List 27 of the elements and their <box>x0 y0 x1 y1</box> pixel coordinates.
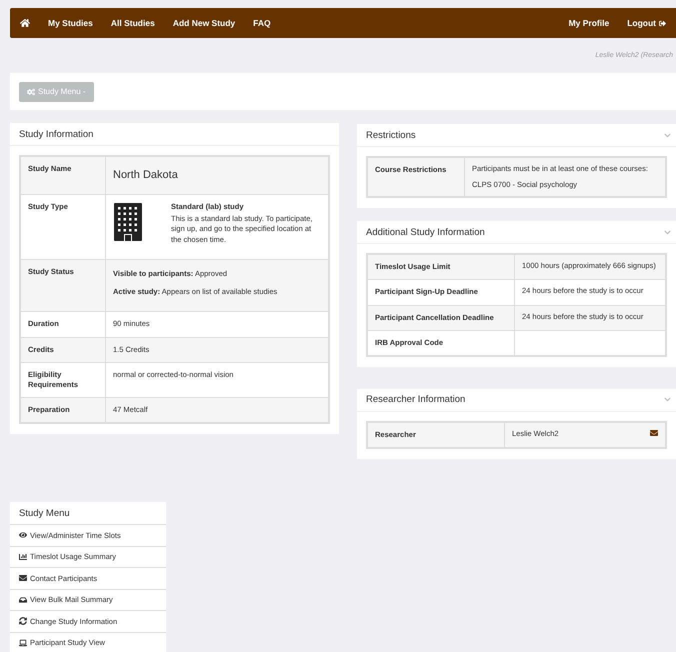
nav-link[interactable]: FAQ <box>253 18 271 28</box>
envelope-icon[interactable] <box>650 428 658 437</box>
inbox-icon <box>19 596 27 604</box>
panel-title: Study Menu <box>10 502 166 526</box>
panel-title: Researcher Information <box>366 394 466 406</box>
chevron-icon[interactable] <box>664 396 671 404</box>
refresh-icon <box>19 617 27 626</box>
laptop-icon <box>19 638 27 647</box>
home-icon <box>20 18 30 28</box>
bar-chart-icon <box>19 552 27 561</box>
chevron-icon[interactable] <box>664 228 671 236</box>
panel-title: Study Information <box>19 128 94 140</box>
envelope-icon <box>19 574 27 582</box>
nav-link[interactable]: All Studies <box>110 18 155 28</box>
panel-title: Additional Study Information <box>366 226 485 238</box>
eye-icon <box>19 531 27 540</box>
logout-icon <box>659 20 666 26</box>
building-icon <box>113 202 143 242</box>
gears-icon <box>27 88 35 96</box>
nav-link[interactable]: My Profile <box>568 18 610 28</box>
home-link[interactable] <box>20 18 30 28</box>
nav-link[interactable]: Add New Study <box>172 18 236 28</box>
chevron-icon[interactable] <box>664 132 671 138</box>
logout-link[interactable]: Logout <box>627 18 666 28</box>
panel-title: Restrictions <box>366 130 416 140</box>
study-name: North Dakota <box>113 168 179 183</box>
nav-link[interactable]: My Studies <box>48 18 93 28</box>
